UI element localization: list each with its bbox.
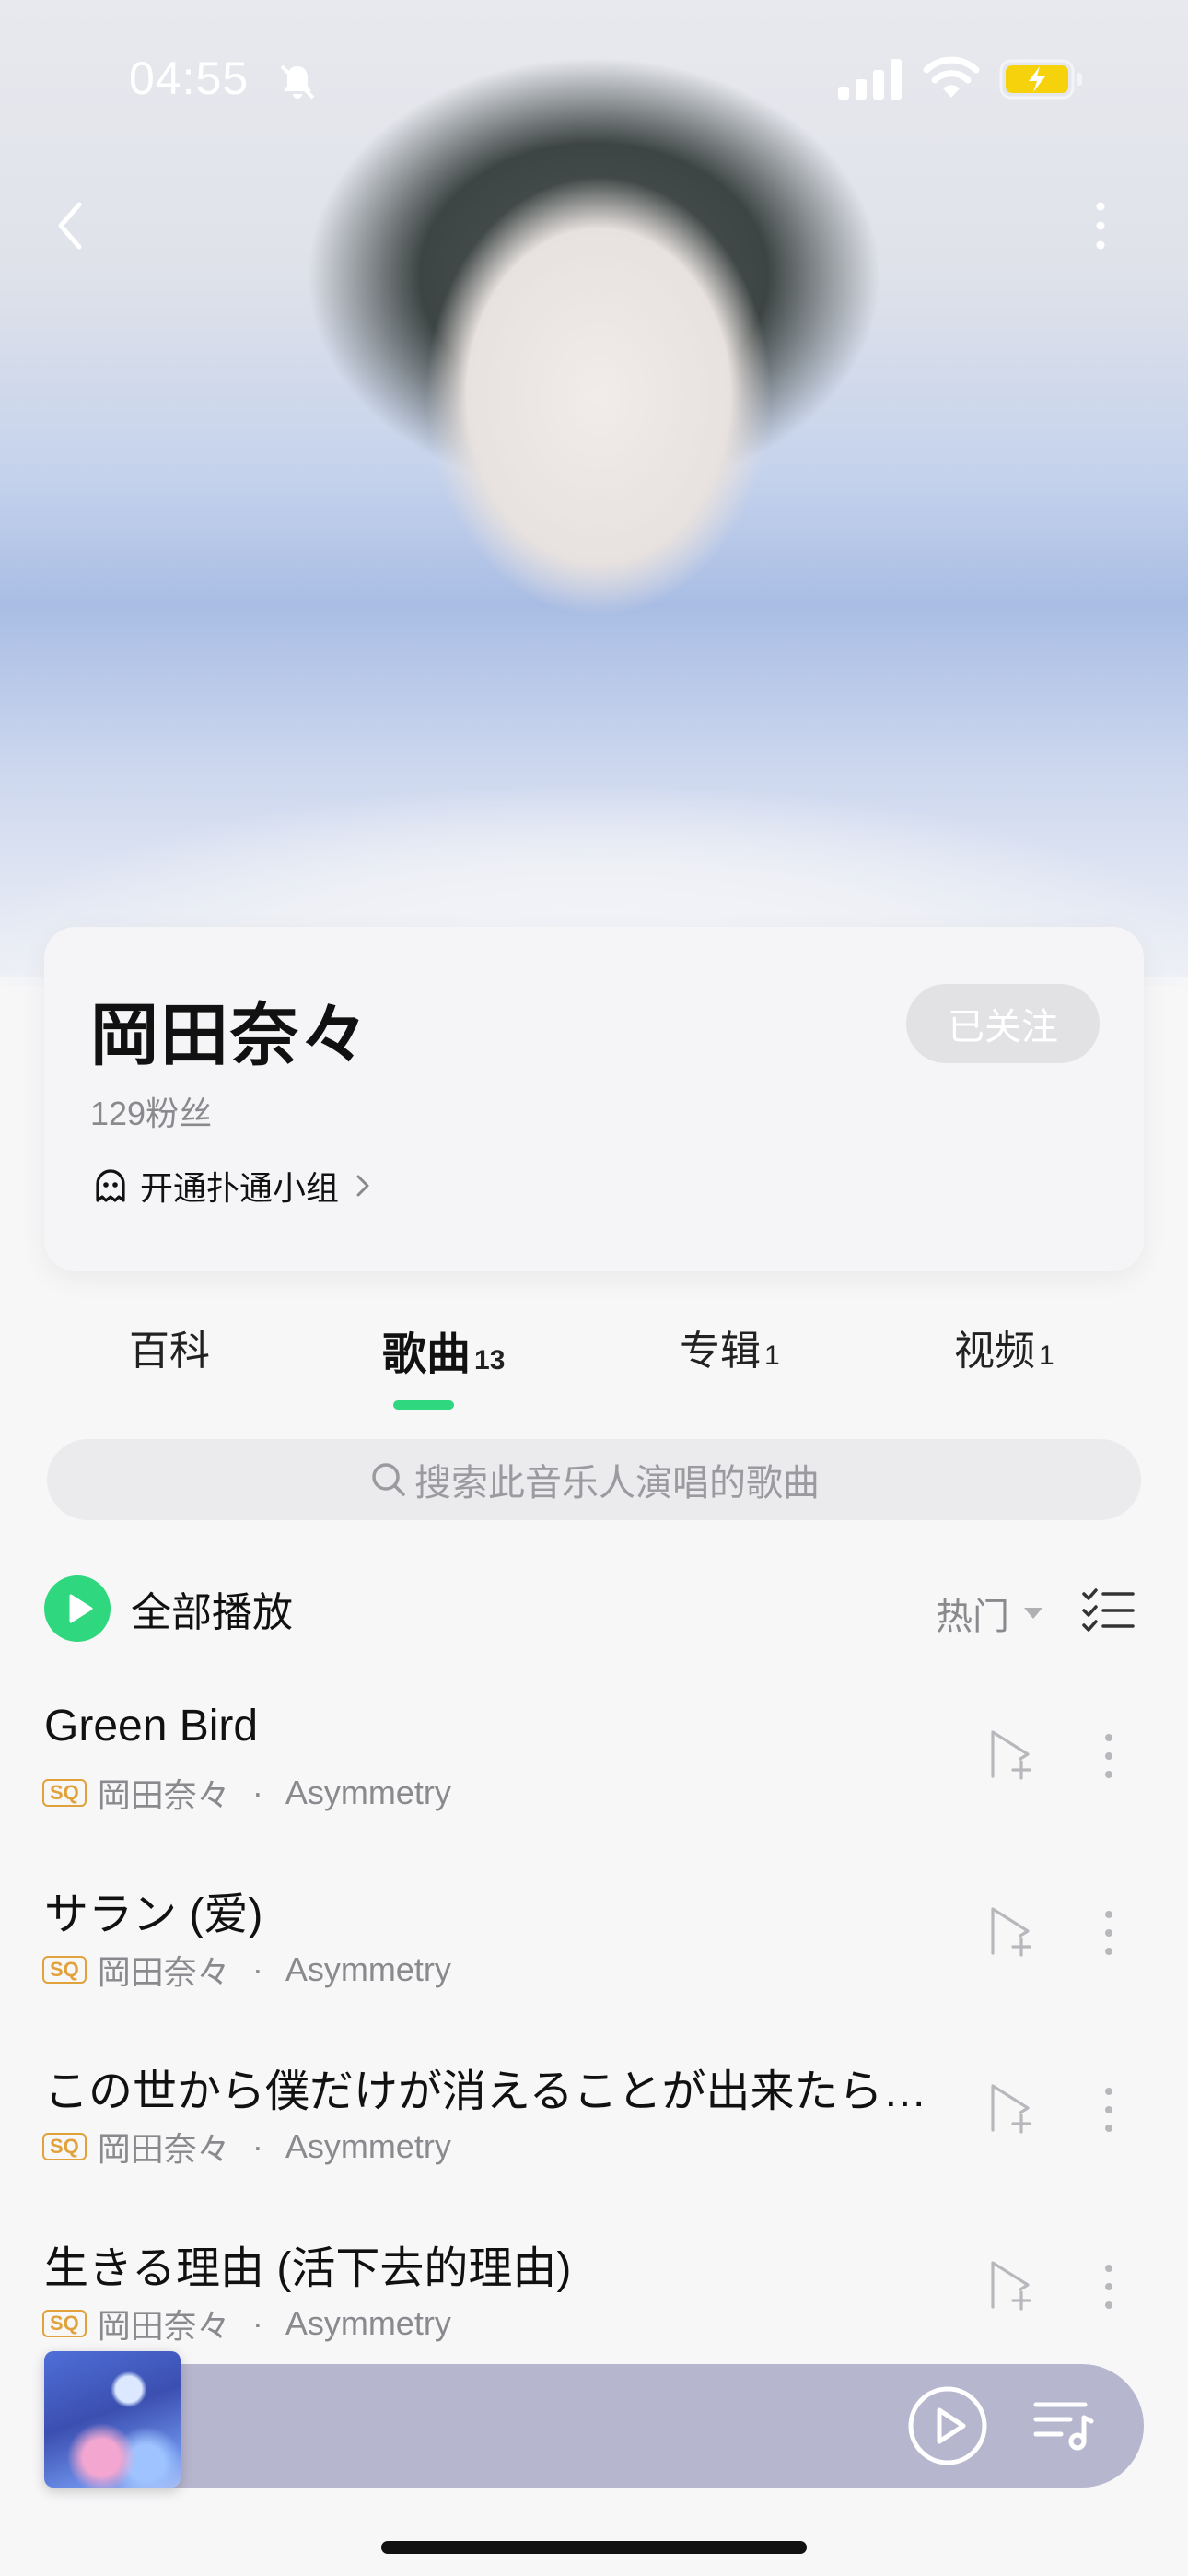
song-album: Asymmetry bbox=[285, 1774, 451, 1811]
open-group-link[interactable]: 开通扑通小组 bbox=[90, 1163, 372, 1209]
checklist-icon[interactable] bbox=[1081, 1587, 1135, 1633]
song-album: Asymmetry bbox=[285, 1950, 451, 1988]
tab-albums[interactable]: 专辑 1 bbox=[680, 1317, 780, 1376]
search-icon bbox=[372, 1463, 405, 1496]
tab-count: 13 bbox=[474, 1345, 506, 1376]
more-icon[interactable] bbox=[1100, 2082, 1118, 2137]
search-input[interactable]: 搜索此音乐人演唱的歌曲 bbox=[47, 1439, 1141, 1520]
tab-label: 百科 bbox=[129, 1329, 210, 1374]
meta-separator: · bbox=[251, 2127, 263, 2165]
artist-name: 岡田奈々 bbox=[90, 997, 370, 1073]
sq-badge: SQ bbox=[42, 1956, 87, 1984]
meta-separator: · bbox=[251, 1950, 263, 1988]
sq-badge: SQ bbox=[42, 2133, 87, 2160]
add-to-playlist-icon[interactable] bbox=[987, 1903, 1035, 1959]
song-artist: 岡田奈々 bbox=[97, 2130, 230, 2168]
song-row[interactable]: Green Bird SQ 岡田奈々 · Asymmetry bbox=[0, 1701, 1188, 1878]
artist-profile-card: 岡田奈々 已关注 129粉丝 开通扑通小组 bbox=[44, 927, 1144, 1271]
tab-wiki[interactable]: 百科 bbox=[129, 1317, 214, 1376]
home-indicator bbox=[381, 2541, 807, 2554]
song-title: 生きる理由 (活下去的理由) bbox=[44, 2244, 572, 2293]
tab-label: 歌曲 bbox=[382, 1330, 472, 1379]
now-playing-cover[interactable] bbox=[44, 2351, 181, 2488]
play-all-label: 全部播放 bbox=[131, 1590, 293, 1635]
add-to-playlist-icon[interactable] bbox=[987, 1727, 1035, 1782]
tab-videos[interactable]: 视频 1 bbox=[954, 1317, 1054, 1376]
wifi-icon bbox=[923, 56, 980, 98]
open-group-label: 开通扑通小组 bbox=[140, 1169, 340, 1207]
more-icon[interactable] bbox=[1100, 1728, 1118, 1784]
meta-separator: · bbox=[251, 1774, 263, 1811]
status-time: 04:55 bbox=[129, 53, 250, 104]
song-artist: 岡田奈々 bbox=[97, 1953, 230, 1991]
bell-slash-icon bbox=[280, 64, 315, 100]
add-to-playlist-icon[interactable] bbox=[987, 2257, 1035, 2313]
follow-button[interactable]: 已关注 bbox=[906, 984, 1100, 1063]
song-meta: SQ 岡田奈々 · Asymmetry bbox=[42, 1946, 451, 1994]
sq-badge: SQ bbox=[42, 1779, 87, 1807]
song-meta: SQ 岡田奈々 · Asymmetry bbox=[42, 2300, 451, 2348]
play-circle-icon bbox=[44, 1575, 111, 1642]
song-meta: SQ 岡田奈々 · Asymmetry bbox=[42, 2123, 451, 2171]
song-meta: SQ 岡田奈々 · Asymmetry bbox=[42, 1769, 451, 1817]
play-icon[interactable] bbox=[906, 2384, 989, 2467]
more-icon[interactable] bbox=[1100, 2259, 1118, 2314]
signal-icon bbox=[838, 59, 902, 100]
tab-count: 1 bbox=[764, 1341, 780, 1371]
song-album: Asymmetry bbox=[285, 2304, 451, 2342]
song-title: Green Bird bbox=[44, 1702, 259, 1751]
song-title: サラン (爱) bbox=[44, 1891, 263, 1939]
back-button[interactable] bbox=[46, 193, 101, 258]
sort-label: 热门 bbox=[936, 1597, 1009, 1637]
song-row[interactable]: この世から僕だけが消えることが出来たら… SQ 岡田奈々 · Asymmetry bbox=[0, 2055, 1188, 2231]
battery-charging-icon bbox=[999, 59, 1082, 100]
song-title: この世から僕だけが消えることが出来たら… bbox=[44, 2067, 927, 2116]
status-bar: 04:55 bbox=[0, 0, 1188, 157]
chevron-right-icon bbox=[356, 1175, 369, 1197]
caret-down-icon bbox=[1024, 1608, 1042, 1619]
add-to-playlist-icon[interactable] bbox=[987, 2080, 1035, 2136]
more-vertical-icon[interactable] bbox=[1087, 193, 1114, 258]
active-tab-indicator bbox=[393, 1400, 454, 1410]
song-row[interactable]: サラン (爱) SQ 岡田奈々 · Asymmetry bbox=[0, 1878, 1188, 2055]
ghost-icon bbox=[96, 1169, 125, 1202]
sort-button[interactable]: 热门 bbox=[936, 1587, 1044, 1640]
song-album: Asymmetry bbox=[285, 2127, 451, 2165]
tab-label: 专辑 bbox=[680, 1329, 761, 1374]
meta-separator: · bbox=[251, 2304, 263, 2342]
search-placeholder: 搜索此音乐人演唱的歌曲 bbox=[414, 1463, 820, 1504]
artist-tabs: 百科 歌曲 13 专辑 1 视频 1 bbox=[0, 1317, 1188, 1410]
more-icon[interactable] bbox=[1100, 1905, 1118, 1961]
song-artist: 岡田奈々 bbox=[97, 1776, 230, 1814]
tab-count: 1 bbox=[1039, 1341, 1054, 1371]
fans-count: 129粉丝 bbox=[90, 1095, 213, 1132]
playlist-icon[interactable] bbox=[1033, 2399, 1094, 2451]
play-all-button[interactable]: 全部播放 bbox=[44, 1575, 293, 1642]
tab-songs[interactable]: 歌曲 13 bbox=[382, 1317, 505, 1382]
tab-label: 视频 bbox=[954, 1329, 1035, 1374]
song-artist: 岡田奈々 bbox=[97, 2307, 230, 2345]
sq-badge: SQ bbox=[42, 2310, 87, 2337]
